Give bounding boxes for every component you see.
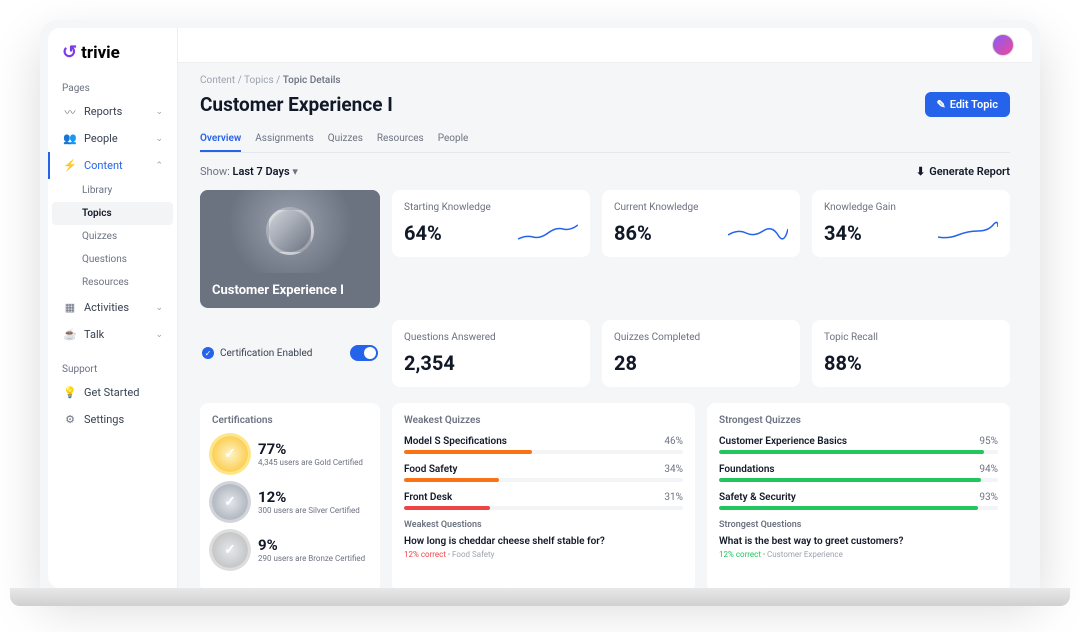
stat-questions-answered: Questions Answered 2,354 [392,320,590,387]
gold-badge-icon: ✓ [212,436,248,472]
logo[interactable]: ↺ trivie [48,42,177,77]
quiz-item[interactable]: Food Safety34% [404,464,683,482]
hero-avatar [266,207,314,255]
nav-content[interactable]: ⚡Content⌃ [48,152,177,179]
stat-current-knowledge: Current Knowledge 86% [602,190,800,257]
sparkline-icon [938,221,998,245]
logo-icon: ↺ [62,42,77,63]
progress-bar [404,478,499,482]
hero-title: Customer Experience I [200,273,380,308]
crumb-current: Topic Details [283,75,341,86]
stat-quizzes-completed: Quizzes Completed 28 [602,320,800,387]
nav-settings[interactable]: ⚙Settings [48,406,177,433]
check-icon: ✓ [202,347,214,359]
logo-text: trivie [81,43,120,63]
pencil-icon: ✎ [937,98,946,111]
date-filter[interactable]: Show: Last 7 Days ▾ [200,165,298,178]
nav-reports[interactable]: 〰Reports⌄ [48,98,177,125]
coffee-icon: ☕ [64,329,76,341]
generate-report-button[interactable]: ⬇Generate Report [916,165,1010,178]
cert-toggle[interactable] [350,345,378,361]
sub-quizzes[interactable]: Quizzes [48,225,177,248]
certifications-card: Certifications ✓ 77%4,345 users are Gold… [200,403,380,588]
main: Content / Topics / Topic Details Custome… [178,28,1032,588]
avatar[interactable] [992,34,1014,56]
sparkline-icon [728,221,788,245]
weakest-quizzes-card: Weakest Quizzes Model S Specifications46… [392,403,695,588]
silver-badge-icon: ✓ [212,484,248,520]
bronze-badge-icon: ✓ [212,532,248,568]
cert-label: Certification Enabled [220,348,312,359]
chevron-down-icon: ⌄ [155,330,163,340]
breadcrumb: Content / Topics / Topic Details [200,75,1010,86]
section-support: Support [48,358,177,379]
section-pages: Pages [48,77,177,98]
stat-topic-recall: Topic Recall 88% [812,320,1010,387]
strongest-quizzes-card: Strongest Quizzes Customer Experience Ba… [707,403,1010,588]
people-icon: 👥 [64,133,76,145]
quiz-item[interactable]: Front Desk31% [404,492,683,510]
cert-gold: ✓ 77%4,345 users are Gold Certified [212,436,368,472]
bolt-icon: ⚡ [64,160,76,172]
chart-icon: 〰 [64,106,76,118]
tab-assignments[interactable]: Assignments [255,127,313,152]
quiz-item[interactable]: Foundations94% [719,464,998,482]
tab-resources[interactable]: Resources [377,127,424,152]
quiz-item[interactable]: Safety & Security93% [719,492,998,510]
nav-talk[interactable]: ☕Talk⌄ [48,321,177,348]
nav-get-started[interactable]: 💡Get Started [48,379,177,406]
sub-library[interactable]: Library [48,179,177,202]
download-icon: ⬇ [916,165,925,178]
chevron-up-icon: ⌃ [155,161,163,171]
weakest-question[interactable]: How long is cheddar cheese shelf stable … [404,536,683,547]
tab-quizzes[interactable]: Quizzes [328,127,363,152]
quiz-item[interactable]: Customer Experience Basics95% [719,436,998,454]
sub-questions[interactable]: Questions [48,248,177,271]
sparkline-icon [518,221,578,245]
progress-bar [404,450,532,454]
tab-people[interactable]: People [438,127,469,152]
progress-bar [404,506,490,510]
sub-resources[interactable]: Resources [48,271,177,294]
gear-icon: ⚙ [64,414,76,426]
cert-silver: ✓ 12%300 users are Silver Certified [212,484,368,520]
clipboard-icon: ▦ [64,302,76,314]
progress-bar [719,506,978,510]
nav-activities[interactable]: ▦Activities⌄ [48,294,177,321]
crumb-content[interactable]: Content [200,75,235,86]
chevron-down-icon: ⌄ [155,134,163,144]
caret-down-icon: ▾ [292,165,298,178]
sidebar: ↺ trivie Pages 〰Reports⌄ 👥People⌄ ⚡Conte… [48,28,178,588]
cert-bronze: ✓ 9%290 users are Bronze Certified [212,532,368,568]
stat-knowledge-gain: Knowledge Gain 34% [812,190,1010,257]
topbar [178,28,1032,63]
content-area: Content / Topics / Topic Details Custome… [178,63,1032,588]
progress-bar [719,478,981,482]
page-title: Customer Experience I [200,93,393,116]
progress-bar [719,450,984,454]
tabs: Overview Assignments Quizzes Resources P… [200,127,1010,153]
tab-overview[interactable]: Overview [200,127,241,152]
sub-topics[interactable]: Topics [52,202,173,225]
chevron-down-icon: ⌄ [155,303,163,313]
strongest-question[interactable]: What is the best way to greet customers? [719,536,998,547]
bulb-icon: 💡 [64,387,76,399]
chevron-down-icon: ⌄ [155,107,163,117]
crumb-topics[interactable]: Topics [244,75,274,86]
stat-starting-knowledge: Starting Knowledge 64% [392,190,590,257]
hero-card: Customer Experience I [200,190,380,308]
hero-image [200,190,380,273]
certification-toggle-row: ✓ Certification Enabled [200,320,380,387]
quiz-item[interactable]: Model S Specifications46% [404,436,683,454]
nav-people[interactable]: 👥People⌄ [48,125,177,152]
edit-topic-button[interactable]: ✎Edit Topic [925,92,1010,117]
